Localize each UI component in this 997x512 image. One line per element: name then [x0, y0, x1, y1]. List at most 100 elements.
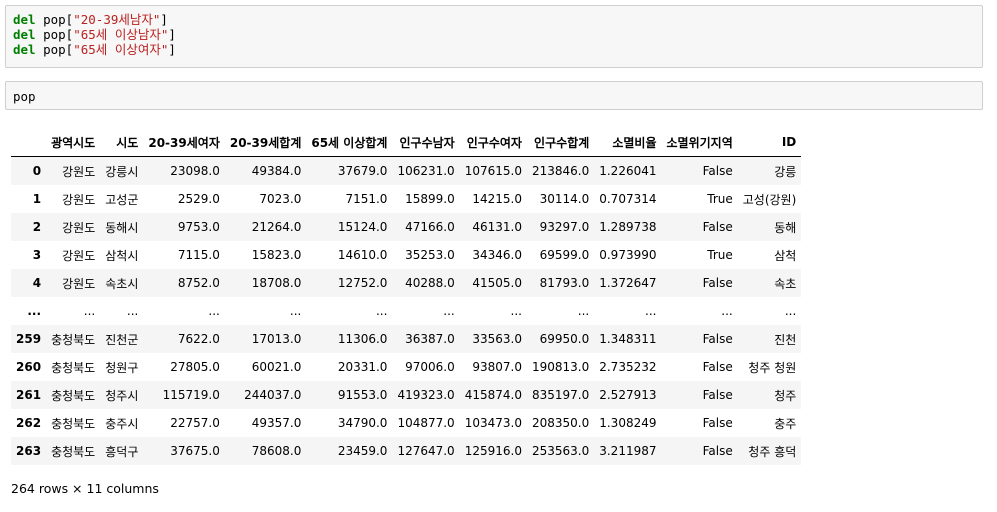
row-index: 4 — [32, 276, 42, 290]
table-cell: 36387.0 — [405, 332, 455, 346]
table-cell: True — [707, 192, 733, 206]
table-cell: 27805.0 — [170, 360, 220, 374]
table-cell: 49384.0 — [251, 164, 302, 178]
table-cell: 419323.0 — [397, 388, 455, 402]
table-cell: False — [702, 416, 733, 430]
table-cell: 동해시 — [105, 220, 139, 235]
table-row: 259 충청북도 진천군 7622.0 17013.0 11306.0 36387.0 335… — [11, 325, 802, 353]
table-cell: 47166.0 — [405, 220, 455, 234]
column-header: 인구수여자 — [459, 128, 527, 157]
table-cell: 고성군 — [105, 192, 139, 207]
row-index: 263 — [16, 444, 42, 458]
table-cell: 37679.0 — [337, 164, 388, 178]
table-cell: 11306.0 — [337, 332, 388, 346]
table-cell: 190813.0 — [531, 360, 590, 374]
table-cell: 강릉시 — [105, 164, 139, 179]
table-cell: 244037.0 — [244, 388, 302, 402]
table-cell: ... — [577, 304, 590, 318]
table-cell: 17013.0 — [251, 332, 302, 346]
table-cell: 청원구 — [105, 360, 139, 375]
table-cell: 35253.0 — [405, 248, 455, 262]
table-row: .................................... — [11, 297, 801, 325]
table-cell: 0.973990 — [599, 248, 657, 262]
table-cell: 강원도 — [62, 276, 96, 291]
table-cell: 고성(강원) — [742, 192, 797, 207]
table-cell: False — [702, 444, 733, 458]
table-cell: 강원도 — [62, 164, 96, 179]
table-cell: 7622.0 — [177, 332, 220, 346]
table-cell: 8752.0 — [177, 276, 220, 290]
table-cell: 7023.0 — [259, 192, 302, 206]
table-cell: 41505.0 — [472, 276, 522, 290]
table-cell: ... — [645, 304, 657, 318]
table-row: 2 강원도 동해시 9753.0 21264.0 15124.0 47166.0 46131.… — [11, 213, 802, 241]
table-cell: 1.372647 — [599, 276, 657, 290]
table-cell: 14610.0 — [337, 248, 388, 262]
table-cell: 213846.0 — [531, 164, 590, 178]
table-cell: 청주 — [774, 388, 797, 403]
table-cell: 23098.0 — [170, 164, 220, 178]
table-cell: 동해 — [774, 220, 797, 235]
table-cell: 충청북도 — [51, 444, 96, 459]
table-cell: 34790.0 — [337, 416, 388, 430]
row-index: 260 — [16, 360, 42, 374]
table-cell: False — [702, 164, 733, 178]
table-cell: 충주시 — [105, 416, 139, 431]
code-cell-2[interactable]: pop — [5, 81, 983, 110]
table-cell: 835197.0 — [531, 388, 590, 402]
table-cell: 104877.0 — [397, 416, 455, 430]
table-cell: 46131.0 — [472, 220, 522, 234]
table-cell: 107615.0 — [464, 164, 522, 178]
table-cell: 15124.0 — [337, 220, 388, 234]
code-cell-1[interactable]: del pop["20-39세남자"] del pop["65세 이상남자"] … — [5, 5, 983, 68]
table-cell: 40288.0 — [405, 276, 455, 290]
table-cell: 충청북도 — [51, 332, 96, 347]
table-cell: 강원도 — [62, 220, 96, 235]
column-header: 20-39세합계 — [224, 128, 307, 157]
table-row: 0 강원도 강릉시 23098.0 49384.0 37679.0 106231.0 1076… — [11, 156, 802, 185]
table-cell: 37675.0 — [170, 444, 220, 458]
table-cell: 흥덕구 — [105, 444, 139, 459]
table-cell: 415874.0 — [464, 388, 522, 402]
table-cell: 91553.0 — [337, 388, 388, 402]
table-cell: 삼척 — [774, 248, 797, 263]
table-cell: 충주 — [774, 416, 797, 431]
table-cell: 34346.0 — [472, 248, 522, 262]
table-cell: 청주 청원 — [748, 360, 797, 375]
table-row: 260 충청북도 청원구 27805.0 60021.0 20331.0 97006.0 93… — [11, 353, 801, 381]
table-cell: 14215.0 — [472, 192, 522, 206]
table-cell: ... — [510, 304, 522, 318]
table-cell: 1.308249 — [599, 416, 657, 430]
table-cell: 충청북도 — [51, 416, 96, 431]
row-index: 3 — [32, 248, 42, 262]
row-index: 262 — [16, 416, 42, 430]
table-cell: 60021.0 — [251, 360, 302, 374]
table-cell: 충청북도 — [51, 388, 96, 403]
column-header: 65세 이상합계 — [306, 128, 393, 157]
table-row: 4 강원도 속초시 8752.0 18708.0 12752.0 40288.0 41505.… — [11, 269, 802, 297]
table-cell: 30114.0 — [539, 192, 590, 206]
table-cell: 18708.0 — [251, 276, 302, 290]
code-line-pop: pop — [13, 89, 36, 104]
table-cell: 0.707314 — [599, 192, 657, 206]
table-cell: 속초 — [774, 276, 797, 291]
table-cell: 15899.0 — [405, 192, 455, 206]
table-cell: 2529.0 — [177, 192, 220, 206]
dataframe-table: 광역시도 시도 20-39세여자 20-39세합계 65세 이상합계 인구수남자 인구수여자… — [11, 128, 802, 465]
table-cell: ... — [784, 304, 797, 318]
table-cell: False — [702, 332, 733, 346]
table-cell: 33563.0 — [472, 332, 522, 346]
table-cell: 1.289738 — [599, 220, 657, 234]
table-cell: 청주 흥덕 — [748, 444, 797, 459]
table-row: 1 강원도 고성군 2529.0 7023.0 7151.0 15899.0 14215.0 3… — [11, 185, 801, 213]
table-cell: ... — [443, 304, 455, 318]
table-cell: 진천군 — [105, 332, 139, 347]
table-cell: 127647.0 — [397, 444, 455, 458]
table-cell: ... — [126, 304, 139, 318]
table-cell: 22757.0 — [170, 416, 220, 430]
column-header: 인구수합계 — [526, 128, 595, 157]
table-cell: 115719.0 — [162, 388, 220, 402]
table-row: 262 충청북도 충주시 22757.0 49357.0 34790.0 104877.0 1… — [11, 409, 801, 437]
dataframe-shape: 264 rows × 11 columns — [11, 481, 159, 496]
table-cell: True — [707, 248, 733, 262]
